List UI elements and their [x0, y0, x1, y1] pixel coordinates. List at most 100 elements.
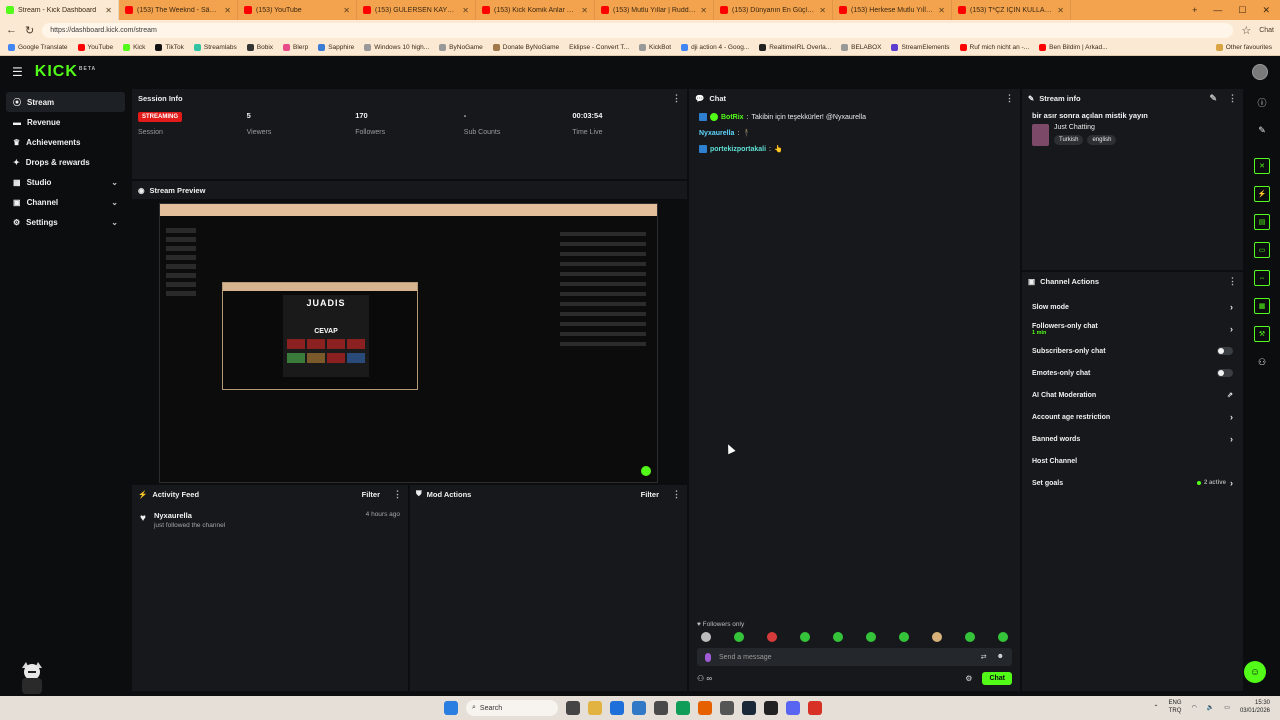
clock[interactable]: 15:30 03/01/2026 — [1240, 699, 1270, 715]
sidebar-item-studio[interactable]: ▦ Studio ⌄ — [6, 172, 125, 192]
copilot-chat-button[interactable]: Chat — [1259, 27, 1274, 34]
bookmark-item[interactable]: dji action 4 - Goog... — [681, 44, 749, 51]
browser-tab[interactable]: (153) GÜLERSEN KAYBEDERSİN 20 ✕ — [357, 0, 476, 20]
chat-username[interactable]: portekizportakali — [710, 146, 766, 153]
browser-tab[interactable]: Stream - Kick Dashboard ✕ — [0, 0, 119, 20]
taskbar-search[interactable]: ⌕ Search — [466, 700, 558, 716]
close-tab-icon[interactable]: ✕ — [581, 6, 588, 15]
sidebar-item-channel[interactable]: ▣ Channel ⌄ — [6, 192, 125, 212]
bookmark-item[interactable]: Windows 10 high... — [364, 44, 429, 51]
close-tab-icon[interactable]: ✕ — [819, 6, 826, 15]
edge-icon[interactable] — [676, 701, 690, 715]
emote-icon[interactable] — [866, 632, 876, 642]
bookmark-item[interactable]: Eklipse - Convert T... — [569, 44, 629, 51]
bookmark-item[interactable]: BELABOX — [841, 44, 881, 51]
volume-icon[interactable]: 🔈 — [1207, 704, 1214, 711]
close-tab-icon[interactable]: ✕ — [343, 6, 350, 15]
bookmark-item[interactable]: Ben Bildim | Arkad... — [1039, 44, 1108, 51]
feed-username[interactable]: Nyxaurella — [154, 511, 225, 520]
emote-icon[interactable] — [767, 632, 777, 642]
bookmark-item[interactable]: ByNoGame — [439, 44, 483, 51]
bookmark-item[interactable]: RealtimeIRL Overla... — [759, 44, 831, 51]
filter-button[interactable]: Filter — [641, 490, 659, 499]
steam-icon[interactable] — [742, 701, 756, 715]
new-tab-icon[interactable]: + — [1192, 5, 1197, 15]
browser-tab[interactable]: (153) Mutlu Yıllar | Ruddy - YouTu ✕ — [595, 0, 714, 20]
browser-tab[interactable]: (153) Kick Komik Anlar Türkiye Re ✕ — [476, 0, 595, 20]
ai-moderation-action[interactable]: AI Chat Moderation ⇗ — [1022, 384, 1243, 406]
mail-icon[interactable] — [632, 701, 646, 715]
minimize-icon[interactable]: — — [1213, 5, 1222, 15]
link-icon[interactable]: ⇔ — [1254, 270, 1270, 286]
chat-username[interactable]: Nyxaurella — [699, 130, 734, 137]
bookmark-item[interactable]: Blerp — [283, 44, 308, 51]
chat-bubble-icon[interactable]: ▭ — [1254, 242, 1270, 258]
battery-icon[interactable]: ▭ — [1224, 704, 1230, 711]
windows-start-icon[interactable] — [444, 701, 458, 715]
back-icon[interactable]: ← — [6, 24, 17, 36]
url-field[interactable]: https://dashboard.kick.com/stream — [42, 22, 1234, 38]
chat-message-input[interactable]: Send a message ⇄ ☻ — [697, 648, 1012, 666]
bookmark-item[interactable]: Ruf mich nicht an -... — [959, 44, 1029, 51]
tray-chevron-icon[interactable]: ⌃ — [1154, 704, 1159, 711]
refresh-icon[interactable]: ↻ — [25, 24, 34, 37]
emote-icon[interactable] — [701, 632, 711, 642]
support-chat-button[interactable]: ☺ — [1244, 661, 1266, 683]
sidebar-item-revenue[interactable]: ▬ Revenue — [6, 112, 125, 132]
filter-button[interactable]: Filter — [362, 490, 380, 499]
close-tab-icon[interactable]: ✕ — [700, 6, 707, 15]
send-chat-button[interactable]: Chat — [982, 672, 1012, 685]
emotes-only-toggle[interactable] — [1217, 369, 1233, 377]
set-goals-action[interactable]: Set goals 2 active › — [1022, 472, 1243, 494]
more-options-icon[interactable]: ⋮ — [672, 93, 681, 104]
document-icon[interactable]: ▤ — [1254, 214, 1270, 230]
more-options-icon[interactable]: ⋮ — [672, 489, 681, 500]
chrome-icon[interactable] — [808, 701, 822, 715]
capcut-icon[interactable] — [764, 701, 778, 715]
microphone-icon[interactable] — [705, 652, 711, 662]
tag[interactable]: english — [1087, 135, 1117, 145]
sidebar-item-settings[interactable]: ⚙ Settings ⌄ — [6, 212, 125, 232]
kick-logo[interactable]: KICKBETA — [35, 63, 96, 81]
close-tab-icon[interactable]: ✕ — [462, 6, 469, 15]
emote-icon[interactable] — [965, 632, 975, 642]
close-tab-icon[interactable]: ✕ — [1057, 6, 1064, 15]
wifi-icon[interactable]: ◠ — [1192, 704, 1197, 711]
sidebar-item-drops[interactable]: ✦ Drops & rewards — [6, 152, 125, 172]
browser-tab[interactable]: (153) T*ÇZ İÇİN KULLANILAN YA ✕ — [952, 0, 1071, 20]
file-explorer-icon[interactable] — [588, 701, 602, 715]
bookmark-item[interactable]: StreamElements — [891, 44, 950, 51]
tools-icon[interactable]: ✕ — [1254, 158, 1270, 174]
store-icon[interactable] — [610, 701, 624, 715]
chat-username[interactable]: BotRix — [721, 114, 744, 121]
discord-icon[interactable] — [786, 701, 800, 715]
tag[interactable]: Turkish — [1054, 135, 1084, 145]
users-icon[interactable]: ⚇ — [1254, 354, 1270, 370]
category-name[interactable]: Just Chatting — [1054, 124, 1116, 131]
sidebar-item-achievements[interactable]: ♛ Achievements — [6, 132, 125, 152]
bookmark-item[interactable]: KickBot — [639, 44, 671, 51]
layout-icon[interactable]: ▦ — [1254, 298, 1270, 314]
bookmark-item[interactable]: Google Translate — [8, 44, 68, 51]
firefox-icon[interactable] — [698, 701, 712, 715]
browser-tab[interactable]: (153) YouTube ✕ — [238, 0, 357, 20]
hamburger-menu-icon[interactable]: ☰ — [12, 65, 23, 79]
followers-only-action[interactable]: Followers-only chat 1 min › — [1022, 318, 1243, 340]
other-favourites[interactable]: Other favourites — [1215, 44, 1272, 51]
star-icon[interactable]: ☆ — [1241, 24, 1251, 37]
sidebar-item-stream[interactable]: ⦿ Stream — [6, 92, 125, 112]
translate-icon[interactable]: ⇄ — [981, 653, 987, 661]
bookmark-item[interactable]: Streamlabs — [193, 44, 237, 51]
more-options-icon[interactable]: ⋮ — [1005, 93, 1014, 104]
info-icon[interactable]: ⓘ — [1254, 94, 1270, 110]
bookmark-item[interactable]: Donate ByNoGame — [492, 44, 559, 51]
browser-tab[interactable]: (153) Dünyanın En Güçlü Üniversi ✕ — [714, 0, 833, 20]
slow-mode-action[interactable]: Slow mode › — [1022, 296, 1243, 318]
bookmark-item[interactable]: Sapphire — [318, 44, 354, 51]
language-indicator[interactable]: ENG TRQ — [1169, 699, 1182, 715]
task-view-icon[interactable] — [566, 701, 580, 715]
wrench-icon[interactable]: ⚒ — [1254, 326, 1270, 342]
close-window-icon[interactable]: ✕ — [1262, 5, 1270, 16]
emote-icon[interactable] — [734, 632, 744, 642]
browser-tab[interactable]: (153) The Weeknd - São Paulo ✕ — [119, 0, 238, 20]
